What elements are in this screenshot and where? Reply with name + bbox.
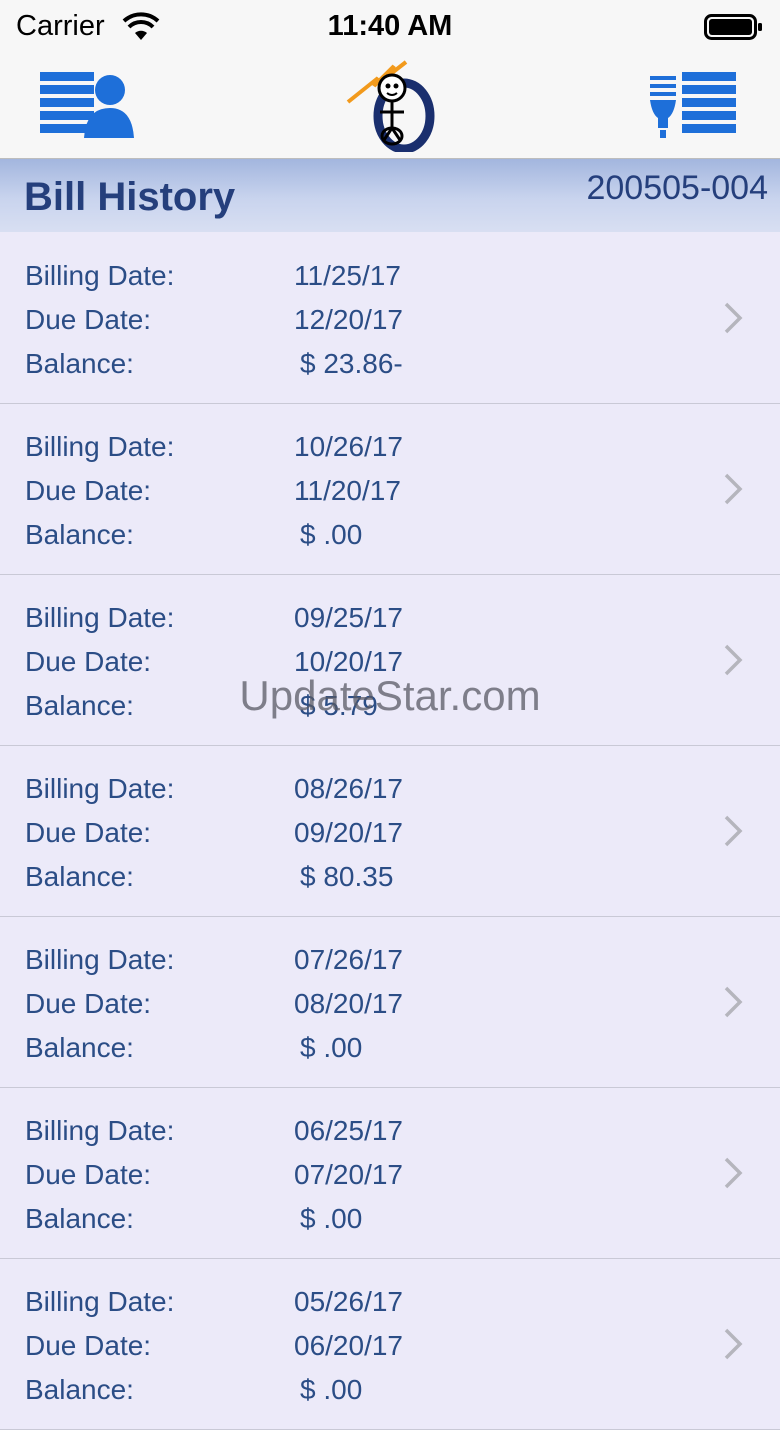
billing-date-value: 11/25/17	[294, 260, 401, 291]
bill-list-icon[interactable]	[646, 70, 738, 140]
due-date-label: Due Date:	[25, 646, 152, 677]
balance-value: $ 80.35	[300, 861, 394, 892]
balance-value: $ 23.86-	[300, 348, 403, 379]
balance-value: $ .00	[300, 1203, 363, 1234]
due-date-label: Due Date:	[25, 1330, 152, 1361]
balance-value: $ .00	[300, 1374, 363, 1405]
due-date-label: Due Date:	[25, 304, 152, 335]
billing-date-label: Billing Date:	[25, 1115, 175, 1146]
page-header: Bill History 200505-004	[0, 159, 780, 232]
bill-row[interactable]: Billing Date: 05/26/17 Due Date: 06/20/17 …	[0, 1259, 780, 1430]
utility-mascot-logo-icon[interactable]	[344, 56, 436, 152]
chevron-right-icon	[724, 986, 743, 1018]
due-date-value: 07/20/17	[294, 1159, 403, 1190]
page-title: Bill History	[24, 175, 236, 219]
chevron-right-icon	[724, 644, 743, 676]
due-date-value: 06/20/17	[294, 1330, 403, 1361]
chevron-right-icon	[724, 1157, 743, 1189]
billing-date-value: 06/25/17	[294, 1115, 403, 1146]
balance-label: Balance:	[25, 1203, 134, 1234]
balance-value: $ .00	[300, 1032, 363, 1063]
battery-icon	[704, 14, 762, 40]
chevron-right-icon	[724, 302, 743, 334]
billing-date-label: Billing Date:	[25, 602, 175, 633]
bill-row[interactable]: Billing Date: 10/26/17 Due Date: 11/20/17 …	[0, 404, 780, 575]
billing-date-value: 08/26/17	[294, 773, 403, 804]
due-date-label: Due Date:	[25, 817, 152, 848]
chevron-right-icon	[724, 815, 743, 847]
bill-row[interactable]: Billing Date: 08/26/17 Due Date: 09/20/17 …	[0, 746, 780, 917]
billing-date-label: Billing Date:	[25, 260, 175, 291]
due-date-value: 08/20/17	[294, 988, 403, 1019]
balance-label: Balance:	[25, 690, 134, 721]
billing-date-value: 05/26/17	[294, 1286, 403, 1317]
status-bar: Carrier 11:40 AM	[0, 0, 780, 54]
due-date-value: 12/20/17	[294, 304, 403, 335]
bill-row[interactable]: Billing Date: 09/25/17 Due Date: 10/20/17 …	[0, 575, 780, 746]
bill-row[interactable]: Billing Date: 11/25/17 Due Date: 12/20/17 …	[0, 233, 780, 404]
billing-date-label: Billing Date:	[25, 944, 175, 975]
balance-label: Balance:	[25, 1374, 134, 1405]
bill-row[interactable]: Billing Date: 07/26/17 Due Date: 08/20/17 …	[0, 917, 780, 1088]
clock: 11:40 AM	[327, 10, 453, 42]
account-number: 200505-004	[586, 169, 768, 207]
bill-history-list: Billing Date: 11/25/17 Due Date: 12/20/17 …	[0, 233, 780, 1430]
due-date-value: 09/20/17	[294, 817, 403, 848]
billing-date-value: 10/26/17	[294, 431, 403, 462]
balance-label: Balance:	[25, 861, 134, 892]
balance-label: Balance:	[25, 1032, 134, 1063]
billing-date-value: 07/26/17	[294, 944, 403, 975]
due-date-label: Due Date:	[25, 475, 152, 506]
billing-date-value: 09/25/17	[294, 602, 403, 633]
balance-label: Balance:	[25, 519, 134, 550]
account-profile-icon[interactable]	[38, 70, 134, 140]
billing-date-label: Billing Date:	[25, 1286, 175, 1317]
chevron-right-icon	[724, 1328, 743, 1360]
due-date-value: 11/20/17	[294, 475, 401, 506]
navigation-bar	[0, 54, 780, 159]
balance-value: $ .00	[300, 519, 363, 550]
due-date-value: 10/20/17	[294, 646, 403, 677]
balance-value: $ 5.79	[300, 690, 378, 721]
bill-row[interactable]: Billing Date: 06/25/17 Due Date: 07/20/17 …	[0, 1088, 780, 1259]
billing-date-label: Billing Date:	[25, 773, 175, 804]
due-date-label: Due Date:	[25, 1159, 152, 1190]
due-date-label: Due Date:	[25, 988, 152, 1019]
billing-date-label: Billing Date:	[25, 431, 175, 462]
chevron-right-icon	[724, 473, 743, 505]
balance-label: Balance:	[25, 348, 134, 379]
